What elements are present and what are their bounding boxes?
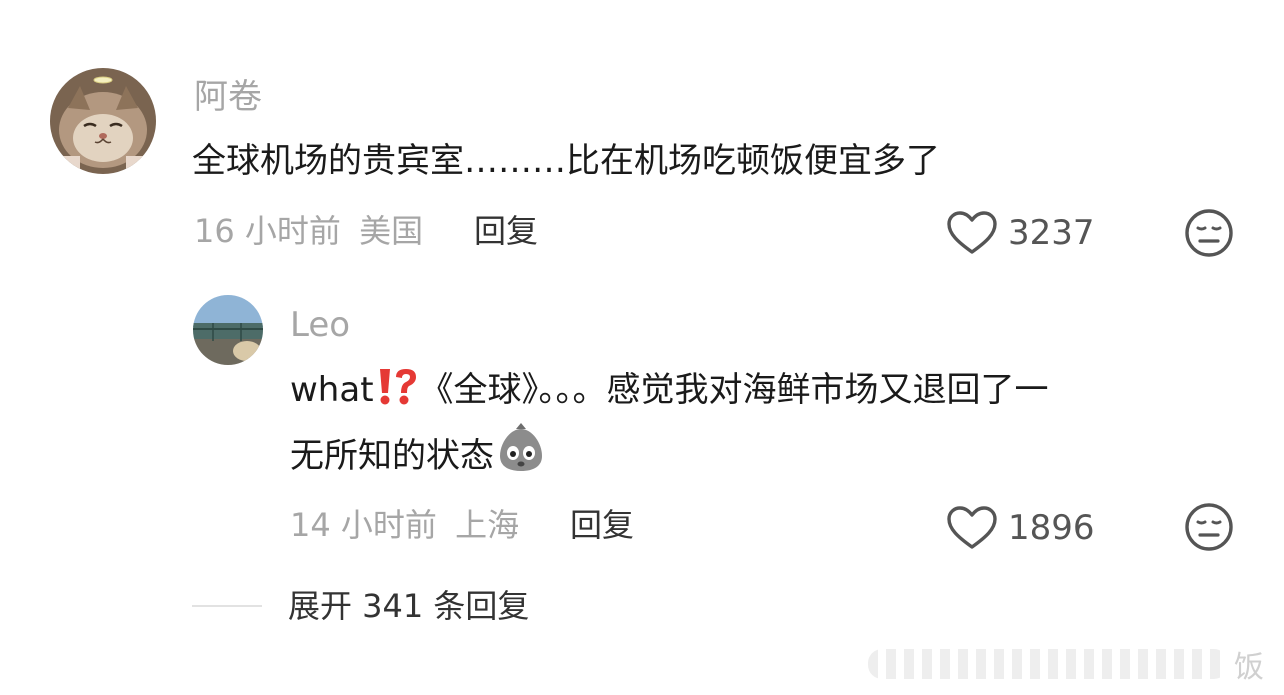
- reply-like-button[interactable]: 1896: [946, 505, 1095, 551]
- heart-outline-icon: [947, 506, 997, 549]
- watermark-text: 饭: [1234, 650, 1264, 685]
- comment-location: 美国: [359, 212, 424, 250]
- reply-username[interactable]: Leo: [290, 305, 350, 345]
- reply-location: 上海: [455, 506, 520, 544]
- meh-face-icon: [1185, 503, 1233, 551]
- reply-time: 14 小时前: [290, 506, 437, 544]
- watermark: 饭: [868, 644, 1284, 685]
- reply-text-tail: 无所知的状态: [290, 436, 494, 476]
- reply-text-prefix: what: [290, 370, 374, 410]
- comment-time: 16 小时前: [194, 212, 341, 250]
- reply-dislike-button[interactable]: [1184, 502, 1234, 552]
- comment-meta: 16 小时前 美国: [194, 211, 423, 251]
- expand-replies-button[interactable]: 展开 341 条回复: [192, 586, 529, 626]
- heart-outline-icon: [947, 211, 997, 254]
- reply-meta: 14 小时前 上海: [290, 505, 519, 545]
- exclamation-question-emoji-icon: [374, 363, 420, 429]
- landscape-avatar-icon: [193, 295, 263, 365]
- like-button[interactable]: 3237: [946, 210, 1095, 256]
- watermark-bars: [868, 649, 1228, 679]
- reply-text-line-2: 无所知的状态: [290, 423, 548, 495]
- meh-face-icon: [1185, 209, 1233, 257]
- reply-like-count: 1896: [1008, 508, 1095, 548]
- reply-avatar[interactable]: [193, 295, 263, 365]
- like-count: 3237: [1008, 213, 1095, 253]
- reply-text-body: 《全球》。。。感觉我对海鲜市场又退回了一: [419, 370, 1049, 410]
- comment-thread: 阿卷 全球机场的贵宾室………比在机场吃顿饭便宜多了 16 小时前 美国 回复 3…: [0, 0, 1284, 695]
- comment-username[interactable]: 阿卷: [194, 77, 262, 117]
- reply-text-line-1: what 《全球》。。。感觉我对海鲜市场又退回了一: [290, 357, 1049, 429]
- reply-button[interactable]: 回复: [474, 211, 538, 251]
- divider-line: [192, 605, 262, 607]
- expand-replies-label: 展开 341 条回复: [288, 587, 530, 625]
- sticker-face-emoji-icon: [494, 423, 548, 495]
- reply-reply-button[interactable]: 回复: [570, 505, 634, 545]
- comment-text: 全球机场的贵宾室………比在机场吃顿饭便宜多了: [192, 141, 940, 181]
- avatar[interactable]: [50, 68, 156, 174]
- dislike-button[interactable]: [1184, 208, 1234, 258]
- cat-avatar-icon: [50, 68, 156, 174]
